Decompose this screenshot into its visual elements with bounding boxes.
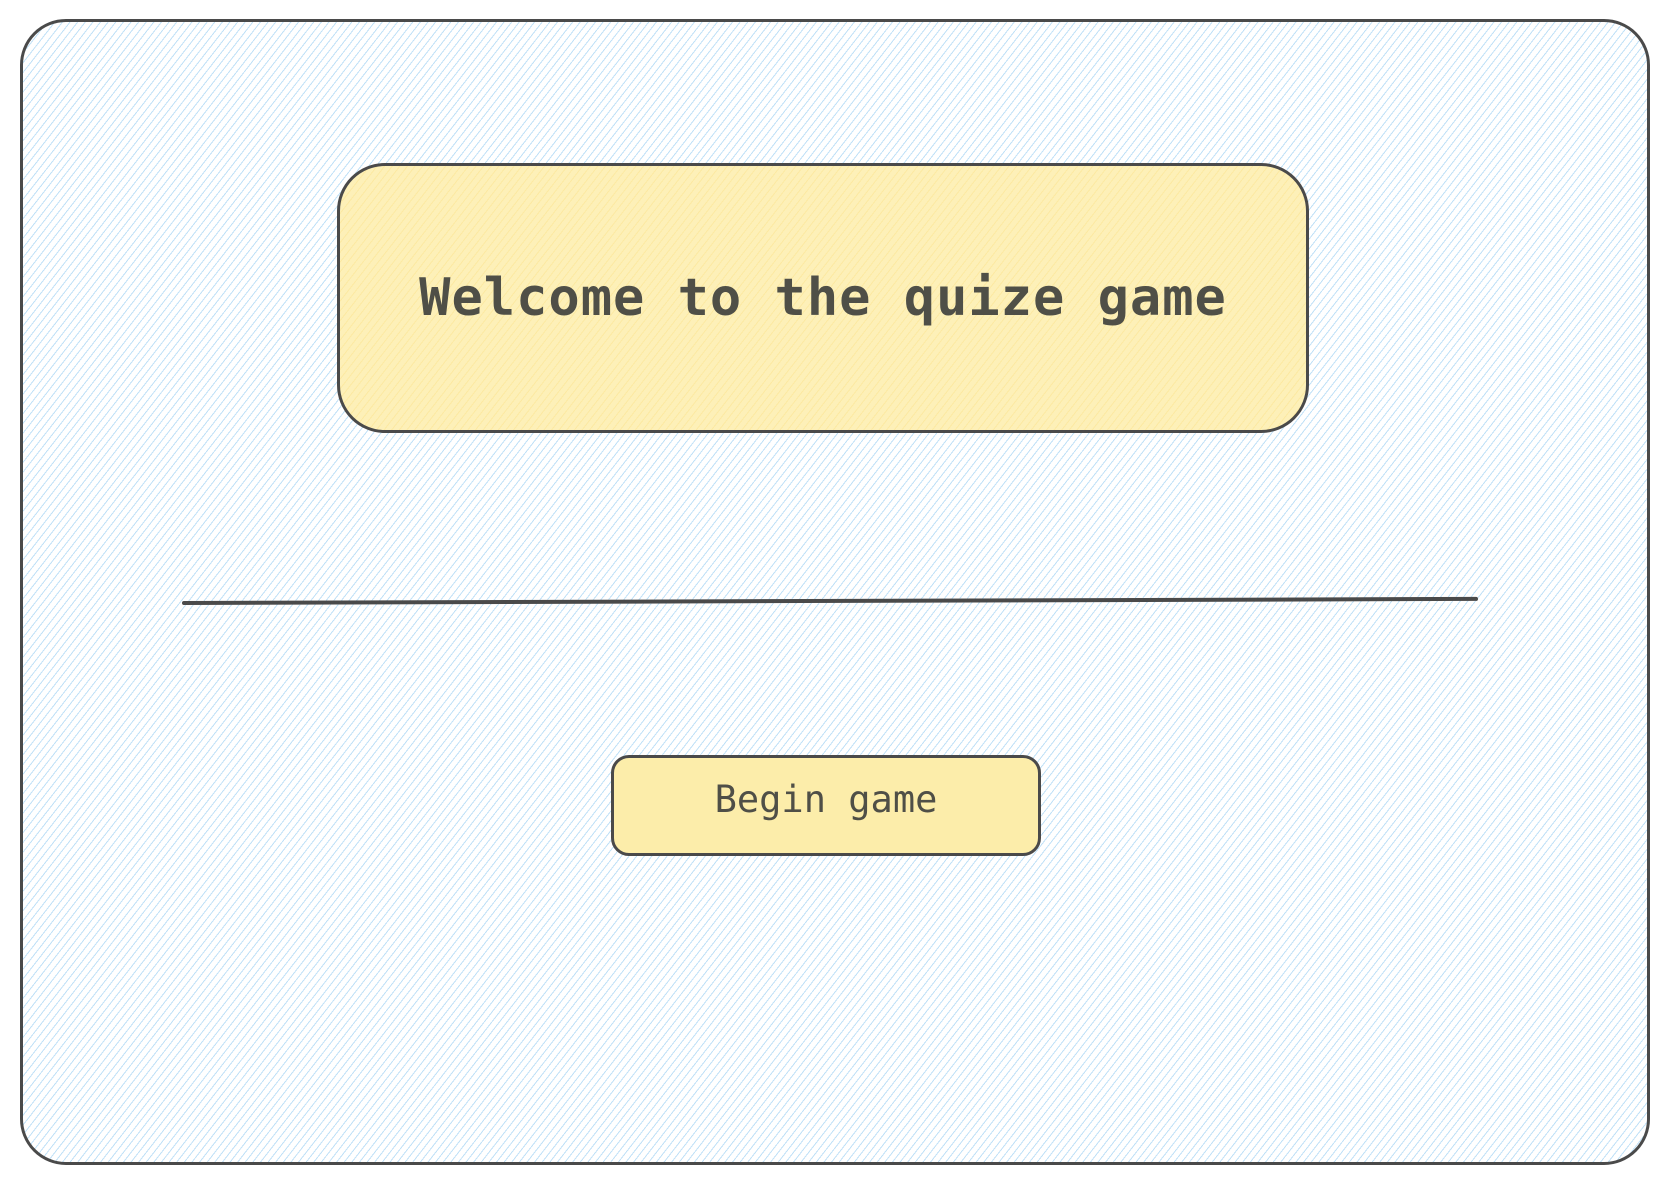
begin-game-button[interactable]: Begin game (611, 755, 1041, 856)
welcome-banner: Welcome to the quize game (337, 163, 1309, 433)
app-frame: Welcome to the quize game Begin game (20, 19, 1650, 1165)
welcome-title: Welcome to the quize game (419, 268, 1227, 328)
divider-line (181, 596, 1478, 605)
begin-game-label: Begin game (714, 778, 938, 821)
